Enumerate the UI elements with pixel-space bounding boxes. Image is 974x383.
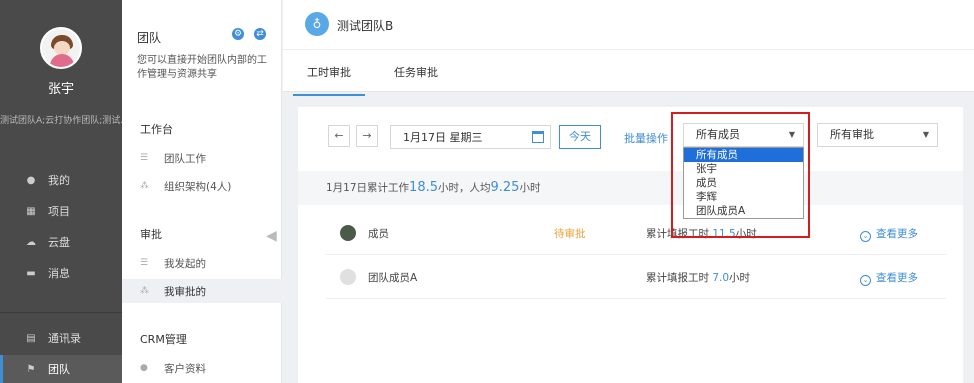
list-icon: ☰ xyxy=(140,258,149,268)
nav-item-messages[interactable]: ▬ 消息 xyxy=(0,259,122,287)
flag-icon: ⚑ xyxy=(26,363,36,375)
average-hours: 9.25 xyxy=(490,180,520,195)
list-icon: ☰ xyxy=(140,153,149,163)
calendar-icon[interactable] xyxy=(532,131,544,143)
tab-bar: 工时审批 任务审批 xyxy=(283,50,974,96)
switch-icon[interactable]: ⇄ xyxy=(254,28,266,40)
settings-icon[interactable]: ⚙ xyxy=(232,28,244,40)
team-description: 您可以直接开始团队内部的工作管理与资源共享 xyxy=(137,55,267,80)
main-sidebar: 张宇 测试团队A;云打协作团队;测试... ● 我的 ▦ 项目 ☁ 云盘 ▬ 消… xyxy=(0,0,122,383)
avatar xyxy=(340,225,356,241)
person-icon: ● xyxy=(26,174,36,186)
dropdown-arrow-icon: ▼ xyxy=(922,130,929,139)
section-workbench: 工作台 xyxy=(140,123,173,136)
member-name: 成员 xyxy=(368,228,389,240)
view-more-link[interactable]: ⌄ 查看更多 xyxy=(860,226,918,242)
user-avatar[interactable] xyxy=(40,27,82,69)
section-crm: CRM管理 xyxy=(140,333,187,346)
table-row: 成员 待审批 累计填报工时 11.5小时 ⌄ 查看更多 xyxy=(326,211,946,255)
nav-item-team[interactable]: ⚑ 团队 xyxy=(0,355,122,383)
nav-item-cloud[interactable]: ☁ 云盘 xyxy=(0,228,122,256)
team-logo-icon: ♁ xyxy=(305,12,329,36)
section-approval: 审批 xyxy=(140,228,162,241)
prev-day-button[interactable]: ← xyxy=(328,125,350,147)
sidebar-divider xyxy=(0,312,122,313)
sidebar-item-org[interactable]: ⁂ 组织架构(4人) xyxy=(122,174,282,198)
grid-icon: ▦ xyxy=(26,205,36,217)
status-badge: 待审批 xyxy=(554,228,586,240)
date-picker[interactable]: 1月17日 星期三 xyxy=(390,125,551,149)
sidebar-item-initiated[interactable]: ☰ 我发起的 xyxy=(122,251,282,275)
chevron-down-icon: ⌄ xyxy=(860,231,871,242)
today-button[interactable]: 今天 xyxy=(559,125,601,149)
user-teams: 测试团队A;云打协作团队;测试... xyxy=(0,116,122,126)
summary-bar: 1月17日累计工作18.5小时，人均9.25小时 xyxy=(298,171,963,205)
chat-icon: ▬ xyxy=(26,267,36,279)
sidebar-item-customers[interactable]: ● 客户资料 xyxy=(122,356,282,380)
team-name: 测试团队B xyxy=(337,19,394,33)
team-sidebar: 团队 ⚙ ⇄ 您可以直接开始团队内部的工作管理与资源共享 工作台 ☰ 团队工作 … xyxy=(122,0,282,383)
org-icon: ⁂ xyxy=(140,286,149,296)
tab-task-approval[interactable]: 任务审批 xyxy=(394,64,438,80)
total-hours: 18.5 xyxy=(409,180,438,195)
view-more-link[interactable]: ⌄ 查看更多 xyxy=(860,270,918,286)
approval-status-select[interactable]: 所有审批 ▼ xyxy=(817,123,938,147)
date-value: 1月17日 星期三 xyxy=(403,131,483,144)
chevron-down-icon: ⌄ xyxy=(860,275,871,286)
member-name: 团队成员A xyxy=(368,272,418,284)
annotation-highlight-box xyxy=(671,112,810,238)
contacts-icon: ▤ xyxy=(26,332,36,344)
nav-item-contacts[interactable]: ▤ 通讯录 xyxy=(0,324,122,352)
org-icon: ⁂ xyxy=(140,181,149,191)
nav-item-projects[interactable]: ▦ 项目 xyxy=(0,197,122,225)
reported-hours: 累计填报工时 7.0小时 xyxy=(646,272,751,284)
sidebar-item-approved-by-me[interactable]: ⁂ 我审批的 xyxy=(122,279,282,303)
person-icon: ● xyxy=(140,363,148,373)
cloud-icon: ☁ xyxy=(26,236,36,248)
avatar xyxy=(340,269,356,285)
tab-hours-approval[interactable]: 工时审批 xyxy=(293,64,365,96)
next-day-button[interactable]: → xyxy=(356,125,378,147)
team-sidebar-title: 团队 xyxy=(137,31,162,45)
collapse-sidebar-handle[interactable]: ◀ xyxy=(266,228,278,250)
sidebar-item-team-work[interactable]: ☰ 团队工作 xyxy=(122,146,282,170)
user-name: 张宇 xyxy=(47,82,74,97)
nav-item-mine[interactable]: ● 我的 xyxy=(0,166,122,194)
batch-operation-link[interactable]: 批量操作 xyxy=(624,130,668,146)
team-header: ♁ 测试团队B xyxy=(283,0,974,50)
approval-panel: ← → 1月17日 星期三 今天 批量操作 所有成员 ▼ 所有审批 ▼ 所有成员… xyxy=(298,107,963,383)
table-row: 团队成员A 累计填报工时 7.0小时 ⌄ 查看更多 xyxy=(326,255,946,299)
